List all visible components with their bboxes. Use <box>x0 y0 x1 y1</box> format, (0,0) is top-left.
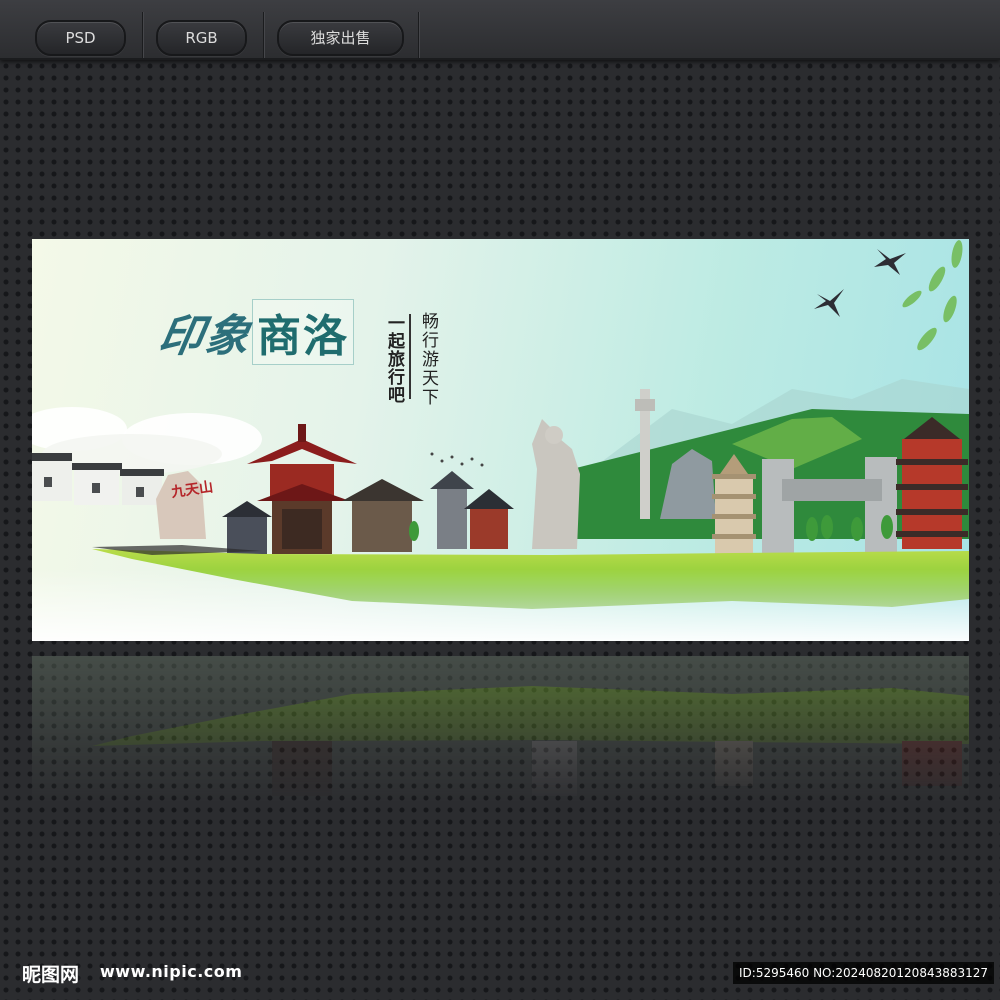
temple-cluster <box>222 471 514 554</box>
site-logo[interactable]: 昵图网 <box>22 960 79 987</box>
slogan-travel-world: 畅行游天下 <box>418 312 438 407</box>
banner-title: 印象商洛 <box>155 299 354 365</box>
top-toolbar: PSD RGB 独家出售 <box>0 0 1000 60</box>
toolbar-divider <box>142 12 143 58</box>
rgb-button[interactable]: RGB <box>156 20 247 56</box>
slogan-divider <box>409 314 411 399</box>
title-part-shangluo: 商洛 <box>252 299 354 365</box>
willow-leaves <box>902 240 963 351</box>
mist <box>32 569 969 641</box>
slogan-travel-together: 一起旅行吧 <box>384 314 404 404</box>
exclusive-sale-button[interactable]: 独家出售 <box>277 20 404 56</box>
banner-reflection <box>32 656 969 806</box>
toolbar-divider <box>418 12 419 58</box>
swallow-birds <box>814 249 906 317</box>
flock-birds <box>430 452 484 467</box>
image-id-label: ID:5295460 NO:20240820120843883127 <box>733 962 995 984</box>
psd-button[interactable]: PSD <box>35 20 126 56</box>
site-url-link[interactable]: www.nipic.com <box>100 962 242 981</box>
tourism-banner-image[interactable]: 九天山 印象商洛 一起旅行吧 畅行游天下 <box>32 239 969 641</box>
title-part-impression: 印象 <box>154 311 256 362</box>
toolbar-divider <box>263 12 264 58</box>
reflection-scenery <box>32 656 969 806</box>
